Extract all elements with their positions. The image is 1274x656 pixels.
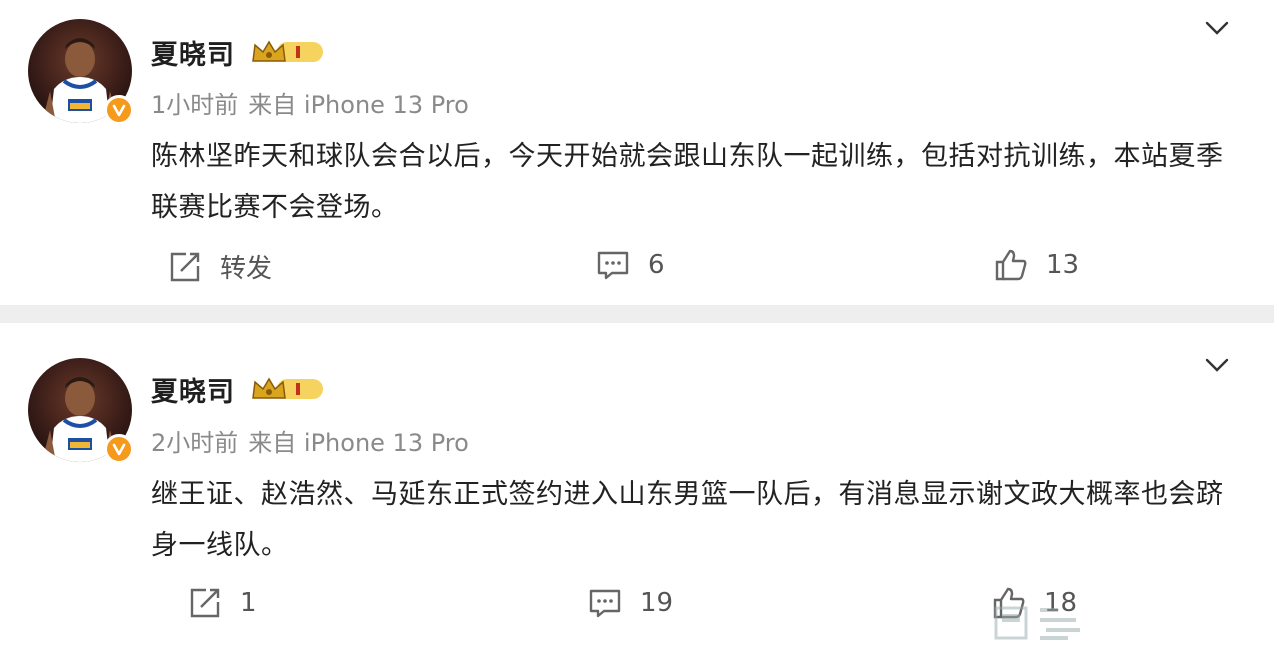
repost-icon	[188, 586, 222, 620]
chevron-down-icon[interactable]	[1204, 19, 1230, 37]
post-card: 夏晓司 1小时前 来自 iPhone 13 Pro 陈林坚昨天和球队会合以后，今天…	[0, 0, 1274, 305]
like-button[interactable]: 13	[994, 248, 1079, 282]
comment-button[interactable]: 19	[588, 586, 673, 620]
crown-level-icon[interactable]	[251, 37, 325, 67]
repost-button[interactable]: 1	[188, 586, 257, 620]
post-time[interactable]: 1小时前	[151, 91, 238, 119]
comment-icon	[596, 248, 630, 282]
username[interactable]: 夏晓司	[151, 370, 235, 409]
like-count: 13	[1046, 250, 1080, 280]
post-text: 继王证、赵浩然、马延东正式签约进入山东男篮一队后，有消息显示谢文政大概率也会跻身…	[151, 479, 1224, 561]
crown-level-icon[interactable]	[251, 374, 325, 404]
post-source: 来自 iPhone 13 Pro	[248, 429, 469, 457]
verified-badge-icon	[104, 434, 134, 464]
repost-label: 转发	[220, 254, 273, 284]
chevron-down-icon[interactable]	[1204, 356, 1230, 374]
post-time[interactable]: 2小时前	[151, 429, 238, 457]
thumbs-up-icon	[994, 248, 1028, 282]
comment-button[interactable]: 6	[596, 248, 665, 282]
watermark-logo	[988, 600, 1088, 646]
post-source: 来自 iPhone 13 Pro	[248, 91, 469, 119]
weibo-feed: 夏晓司 1小时前 来自 iPhone 13 Pro 陈林坚昨天和球队会合以后，今天…	[0, 0, 1274, 656]
comment-count: 6	[648, 250, 665, 280]
repost-count: 1	[240, 588, 257, 618]
repost-button[interactable]: 转发	[168, 248, 272, 285]
comment-icon	[588, 586, 622, 620]
comment-count: 19	[640, 588, 674, 618]
post-meta: 1小时前 来自 iPhone 13 Pro	[151, 85, 469, 120]
post-text: 陈林坚昨天和球队会合以后，今天开始就会跟山东队一起训练，包括对抗训练，本站夏季联…	[151, 141, 1224, 223]
post-meta: 2小时前 来自 iPhone 13 Pro	[151, 423, 469, 458]
repost-icon	[168, 250, 202, 284]
username[interactable]: 夏晓司	[151, 33, 235, 72]
verified-badge-icon	[104, 95, 134, 125]
